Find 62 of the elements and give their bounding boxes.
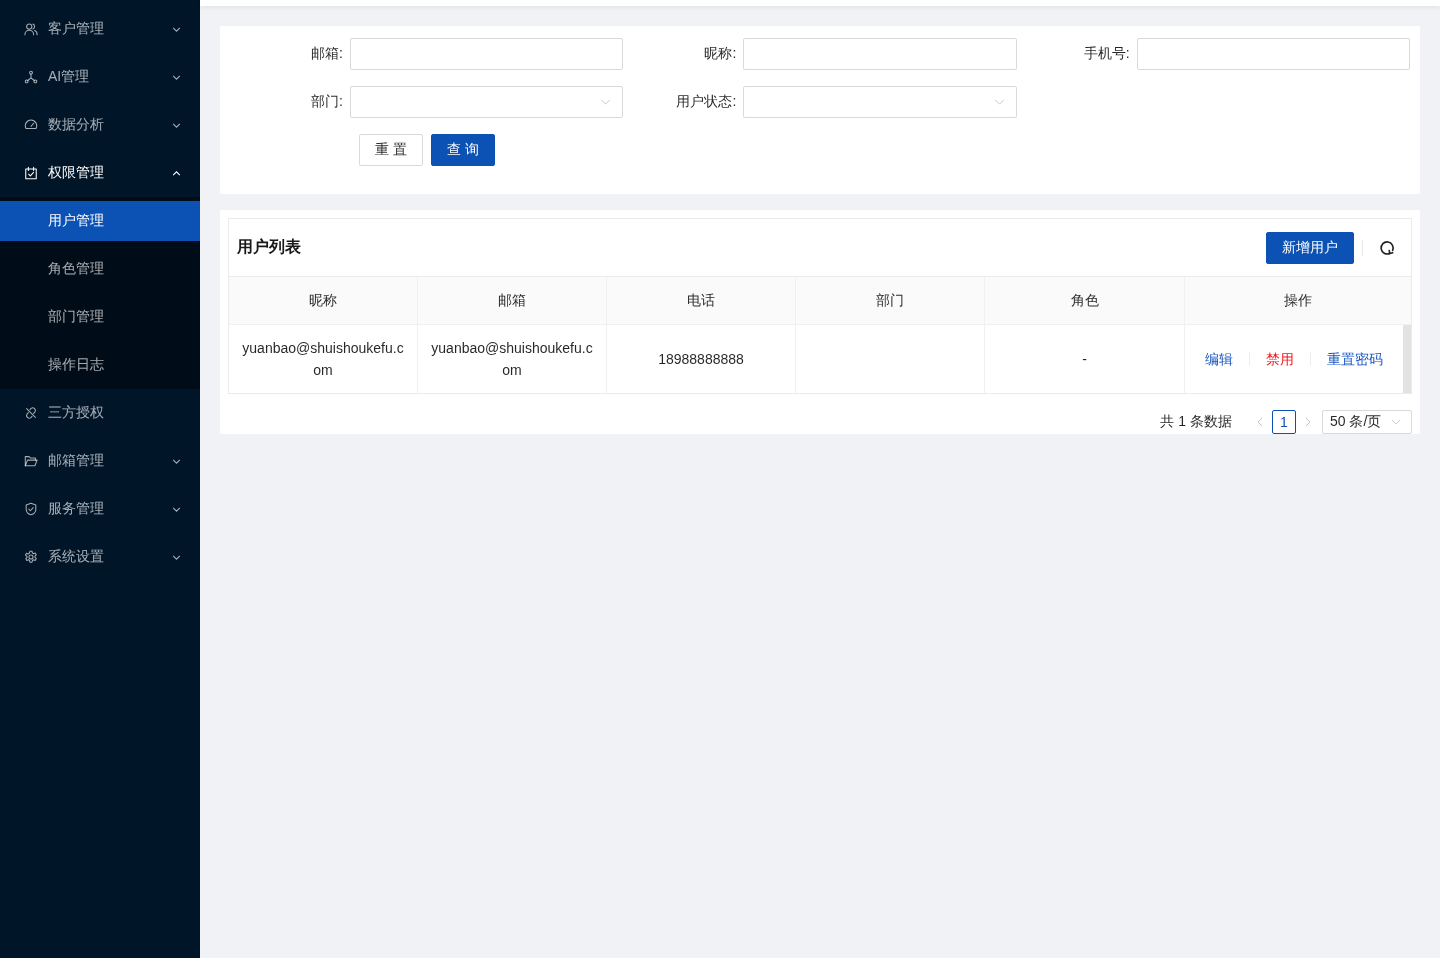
action-link[interactable]: 禁用 — [1266, 348, 1294, 370]
table-cell: 18988888888 — [607, 325, 796, 393]
form-label: 手机号: — [1082, 45, 1131, 63]
table-cell: yuanbao@shuishoukefu.com — [229, 325, 418, 393]
form-label: 邮箱: — [310, 45, 344, 63]
column-header: 操作 — [1283, 290, 1313, 310]
menu-item[interactable]: 邮箱管理 — [0, 441, 200, 481]
table-title: 用户列表 — [237, 237, 301, 257]
action-link[interactable]: 编辑 — [1205, 348, 1233, 370]
menu-item[interactable]: 三方授权 — [0, 393, 200, 433]
form-label: 用户状态: — [675, 93, 738, 111]
calendar-check-icon — [24, 166, 38, 180]
gear-icon — [24, 550, 38, 564]
input-field[interactable] — [350, 38, 624, 70]
reset-button[interactable]: 重 置 — [359, 134, 423, 166]
refresh-icon[interactable] — [1379, 239, 1395, 256]
folder-icon — [24, 454, 38, 468]
select-field[interactable] — [350, 86, 624, 118]
menu-item[interactable]: 服务管理 — [0, 489, 200, 529]
page-size-select[interactable]: 50 条/页 — [1322, 410, 1412, 434]
chevron-down-icon — [172, 74, 181, 80]
form-label: 部门: — [310, 93, 344, 111]
select-field[interactable] — [743, 86, 1017, 118]
action-link[interactable]: 重置密码 — [1327, 348, 1383, 370]
chevron-down-icon — [993, 99, 1005, 105]
form-label: 昵称: — [703, 45, 738, 63]
users-icon — [24, 22, 38, 36]
submenu-item[interactable]: 用户管理 — [0, 201, 200, 241]
menu-item[interactable]: 客户管理 — [0, 9, 200, 49]
scrollbar[interactable] — [1403, 325, 1411, 393]
chevron-down-icon — [172, 26, 181, 32]
search-button[interactable]: 查 询 — [430, 134, 495, 166]
page-button[interactable]: 1 — [1272, 410, 1296, 434]
submenu-item[interactable]: 操作日志 — [0, 345, 200, 385]
input-field[interactable] — [1136, 38, 1410, 70]
submenu-item[interactable]: 角色管理 — [0, 249, 200, 289]
submenu-item[interactable]: 部门管理 — [0, 297, 200, 337]
chevron-down-icon — [172, 122, 181, 128]
chevron-down-icon — [172, 506, 181, 512]
input-field[interactable] — [743, 38, 1017, 70]
chevron-up-icon — [172, 170, 181, 176]
chevron-down-icon — [1391, 419, 1401, 425]
menu-item[interactable]: AI管理 — [0, 57, 200, 97]
column-header: 角色 — [985, 277, 1185, 324]
add-user-button[interactable]: 新增用户 — [1266, 231, 1354, 264]
shield-check-icon — [24, 502, 38, 516]
nodes-icon — [24, 70, 38, 84]
column-header: 邮箱 — [418, 277, 607, 324]
column-header: 昵称 — [229, 277, 418, 324]
column-header: 部门 — [796, 277, 985, 324]
total-count: 共 1 条数据 — [1160, 413, 1232, 431]
gauge-icon — [24, 118, 38, 132]
chevron-down-icon — [600, 99, 612, 105]
link-icon — [24, 406, 38, 420]
menu-item[interactable]: 权限管理 — [0, 153, 200, 193]
menu-item[interactable]: 系统设置 — [0, 537, 200, 577]
menu-item[interactable]: 数据分析 — [0, 105, 200, 145]
table-cell: yuanbao@shuishoukefu.com — [418, 325, 607, 393]
column-header: 电话 — [607, 277, 796, 324]
chevron-down-icon — [172, 554, 181, 560]
table-cell: - — [985, 325, 1185, 393]
chevron-down-icon — [172, 458, 181, 464]
